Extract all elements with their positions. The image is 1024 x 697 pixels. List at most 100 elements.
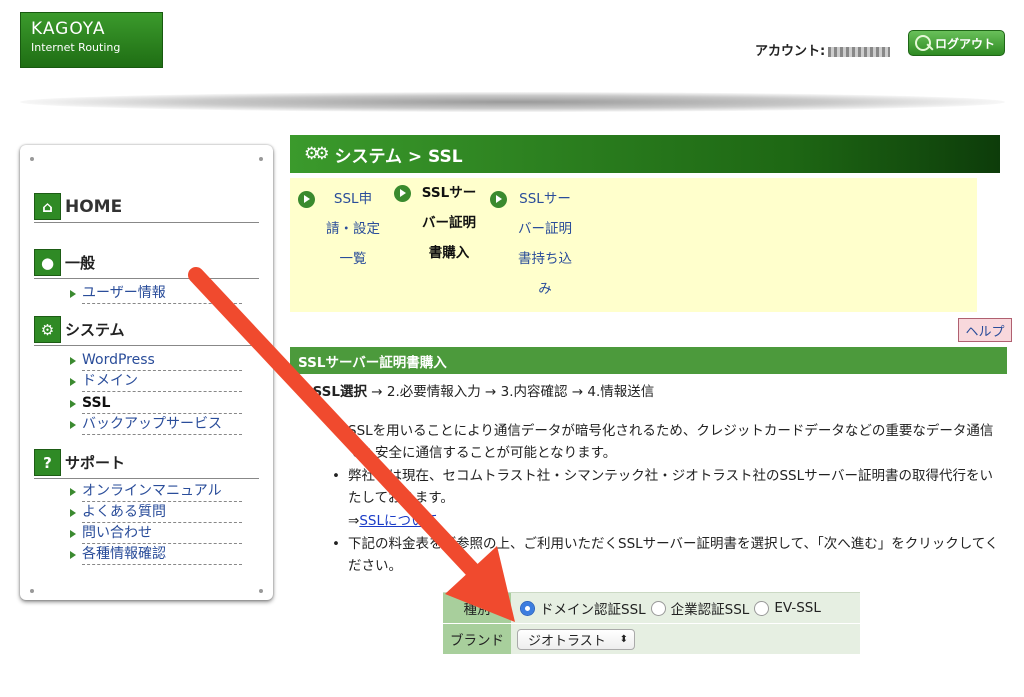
brand-cell: ジオトラスト ⬍	[511, 624, 860, 654]
step-line: 請・設定	[326, 221, 380, 237]
bullet-icon	[70, 290, 76, 298]
flow-current-step: SSL選択	[312, 384, 367, 400]
step-line: 一覧	[339, 251, 367, 267]
bullet-icon	[70, 509, 76, 517]
account-info: アカウント:	[755, 40, 891, 59]
step-line: バー証明	[518, 221, 572, 237]
sidebar-item-user-info[interactable]: ユーザー情報	[70, 284, 242, 304]
sidebar-item-ssl[interactable]: SSL	[70, 394, 242, 414]
sidebar-item-info[interactable]: 各種情報確認	[70, 545, 242, 565]
corner-dot	[30, 589, 34, 593]
sidebar-section-support: ? サポート	[34, 449, 259, 479]
section-title: SSLサーバー証明書購入	[290, 347, 1007, 374]
step-line: SSLサー	[519, 191, 571, 207]
bullet-instruction: 下記の料金表をご参照の上、ご利用いただくSSLサーバー証明書を選択して、「次へ進…	[330, 533, 1000, 577]
radio-ev-ssl[interactable]	[754, 600, 770, 616]
sidebar-item-domain[interactable]: ドメイン	[70, 372, 242, 392]
logout-label: ログアウト	[935, 36, 996, 51]
step-ssl-purchase[interactable]: SSLサー バー証明 書購入	[394, 178, 481, 268]
bullet-icon	[70, 488, 76, 496]
page-title-bar: ⚙⚙ システム > SSL	[290, 135, 1000, 173]
sidebar-item-contact[interactable]: 問い合わせ	[70, 524, 242, 544]
sidebar-item-label: よくある質問	[82, 503, 242, 523]
help-button[interactable]: ヘルプ	[958, 318, 1012, 342]
page-title: システム > SSL	[334, 146, 463, 167]
sidebar: ⌂ HOME ● 一般 ユーザー情報 ⚙ システム WordPress ドメイン…	[20, 145, 273, 600]
sidebar-home[interactable]: ⌂ HOME	[34, 193, 259, 223]
paragraph-intro: SSLを用いることにより通信データが暗号化されるため、クレジットカードデータなど…	[348, 423, 994, 461]
sidebar-item-label: ユーザー情報	[82, 284, 242, 304]
logout-button[interactable]: ログアウト	[908, 30, 1005, 56]
header-divider	[20, 92, 1005, 112]
sidebar-item-backup[interactable]: バックアップサービス	[70, 415, 242, 435]
sidebar-item-manual[interactable]: オンラインマニュアル	[70, 482, 242, 502]
description: SSLを用いることにより通信データが暗号化されるため、クレジットカードデータなど…	[330, 420, 1000, 578]
radio-label: EV-SSL	[774, 600, 821, 616]
flow-remaining-steps: → 2.必要情報入力 → 3.内容確認 → 4.情報送信	[366, 384, 655, 400]
play-icon	[298, 191, 315, 208]
sidebar-item-label: バックアップサービス	[82, 415, 242, 435]
corner-dot	[259, 157, 263, 161]
ssl-steps-panel: SSL申 請・設定 一覧 SSLサー バー証明 書購入 SSLサー バー証明 書…	[290, 178, 977, 312]
sidebar-item-label: オンラインマニュアル	[82, 482, 242, 502]
key-icon	[915, 35, 931, 51]
help-icon: ?	[34, 449, 61, 476]
form-row-type: 種別 ドメイン認証SSL 企業認証SSL EV-SSL	[443, 593, 860, 624]
sidebar-home-label: HOME	[65, 196, 123, 217]
radio-organization-ssl[interactable]	[650, 600, 666, 616]
account-label: アカウント:	[755, 44, 826, 59]
step-ssl-import[interactable]: SSLサー バー証明 書持ち込 み	[490, 184, 577, 304]
step-line: 書購入	[428, 245, 470, 261]
logo-line1: KAGOYA	[31, 19, 106, 39]
gear-icon: ⚙	[34, 316, 61, 343]
radio-label: 企業認証SSL	[670, 602, 750, 618]
sidebar-general-label: 一般	[65, 254, 96, 272]
radio-domain-ssl[interactable]	[520, 600, 535, 616]
bullet-icon	[70, 378, 76, 386]
flow-current-prefix: 1.	[298, 384, 313, 400]
step-line: み	[538, 281, 552, 297]
updown-icon: ⬍	[619, 633, 628, 645]
sidebar-item-label: SSL	[82, 394, 242, 414]
bullet-brands: 弊社では現在、セコムトラスト社・シマンテック社・ジオトラスト社のSSLサーバー証…	[330, 465, 1000, 509]
logo-line2: Internet Routing	[31, 41, 121, 54]
sidebar-item-label: 問い合わせ	[82, 524, 242, 544]
sidebar-section-general: ● 一般	[34, 249, 259, 279]
purchase-flow: 1.SSL選択 → 2.必要情報入力 → 3.内容確認 → 4.情報送信	[298, 381, 654, 403]
brand-label: ブランド	[443, 624, 511, 654]
sidebar-item-wordpress[interactable]: WordPress	[70, 351, 242, 371]
bullet-icon	[70, 530, 76, 538]
link-prefix: ⇒	[348, 513, 360, 529]
play-icon	[394, 185, 411, 202]
step-line: バー証明	[422, 215, 476, 231]
play-icon	[490, 191, 507, 208]
page-root: KAGOYA Internet Routing アカウント: ログアウト ⌂ H…	[0, 0, 1024, 697]
about-ssl-link[interactable]: SSLについて	[359, 513, 437, 529]
bullet-icon	[70, 400, 76, 408]
sidebar-support-label: サポート	[65, 454, 126, 472]
corner-dot	[30, 157, 34, 161]
sidebar-system-label: システム	[65, 321, 125, 339]
step-line: SSL申	[333, 191, 373, 207]
sidebar-section-system: ⚙ システム	[34, 316, 259, 346]
type-options: ドメイン認証SSL 企業認証SSL EV-SSL	[511, 593, 860, 623]
radio-label: ドメイン認証SSL	[540, 602, 646, 618]
step-line: 書持ち込	[518, 251, 572, 267]
bullet-icon	[70, 421, 76, 429]
sidebar-item-label: WordPress	[82, 351, 242, 371]
account-name-masked	[828, 46, 891, 57]
corner-dot	[259, 589, 263, 593]
user-icon: ●	[34, 249, 61, 276]
brand-select-value: ジオトラスト	[528, 633, 606, 649]
gear-icon: ⚙⚙	[304, 144, 330, 164]
step-ssl-list[interactable]: SSL申 請・設定 一覧	[298, 184, 385, 274]
link-row: ⇒SSLについて	[330, 510, 1000, 532]
kagoya-logo[interactable]: KAGOYA Internet Routing	[20, 12, 163, 68]
sidebar-item-label: 各種情報確認	[82, 545, 242, 565]
sidebar-item-faq[interactable]: よくある質問	[70, 503, 242, 523]
ssl-select-form: 種別 ドメイン認証SSL 企業認証SSL EV-SSL ブランド ジオトラスト …	[443, 592, 860, 655]
brand-select[interactable]: ジオトラスト ⬍	[517, 628, 635, 650]
bullet-icon	[70, 357, 76, 365]
form-row-brand: ブランド ジオトラスト ⬍	[443, 624, 860, 655]
bullet-icon	[70, 551, 76, 559]
